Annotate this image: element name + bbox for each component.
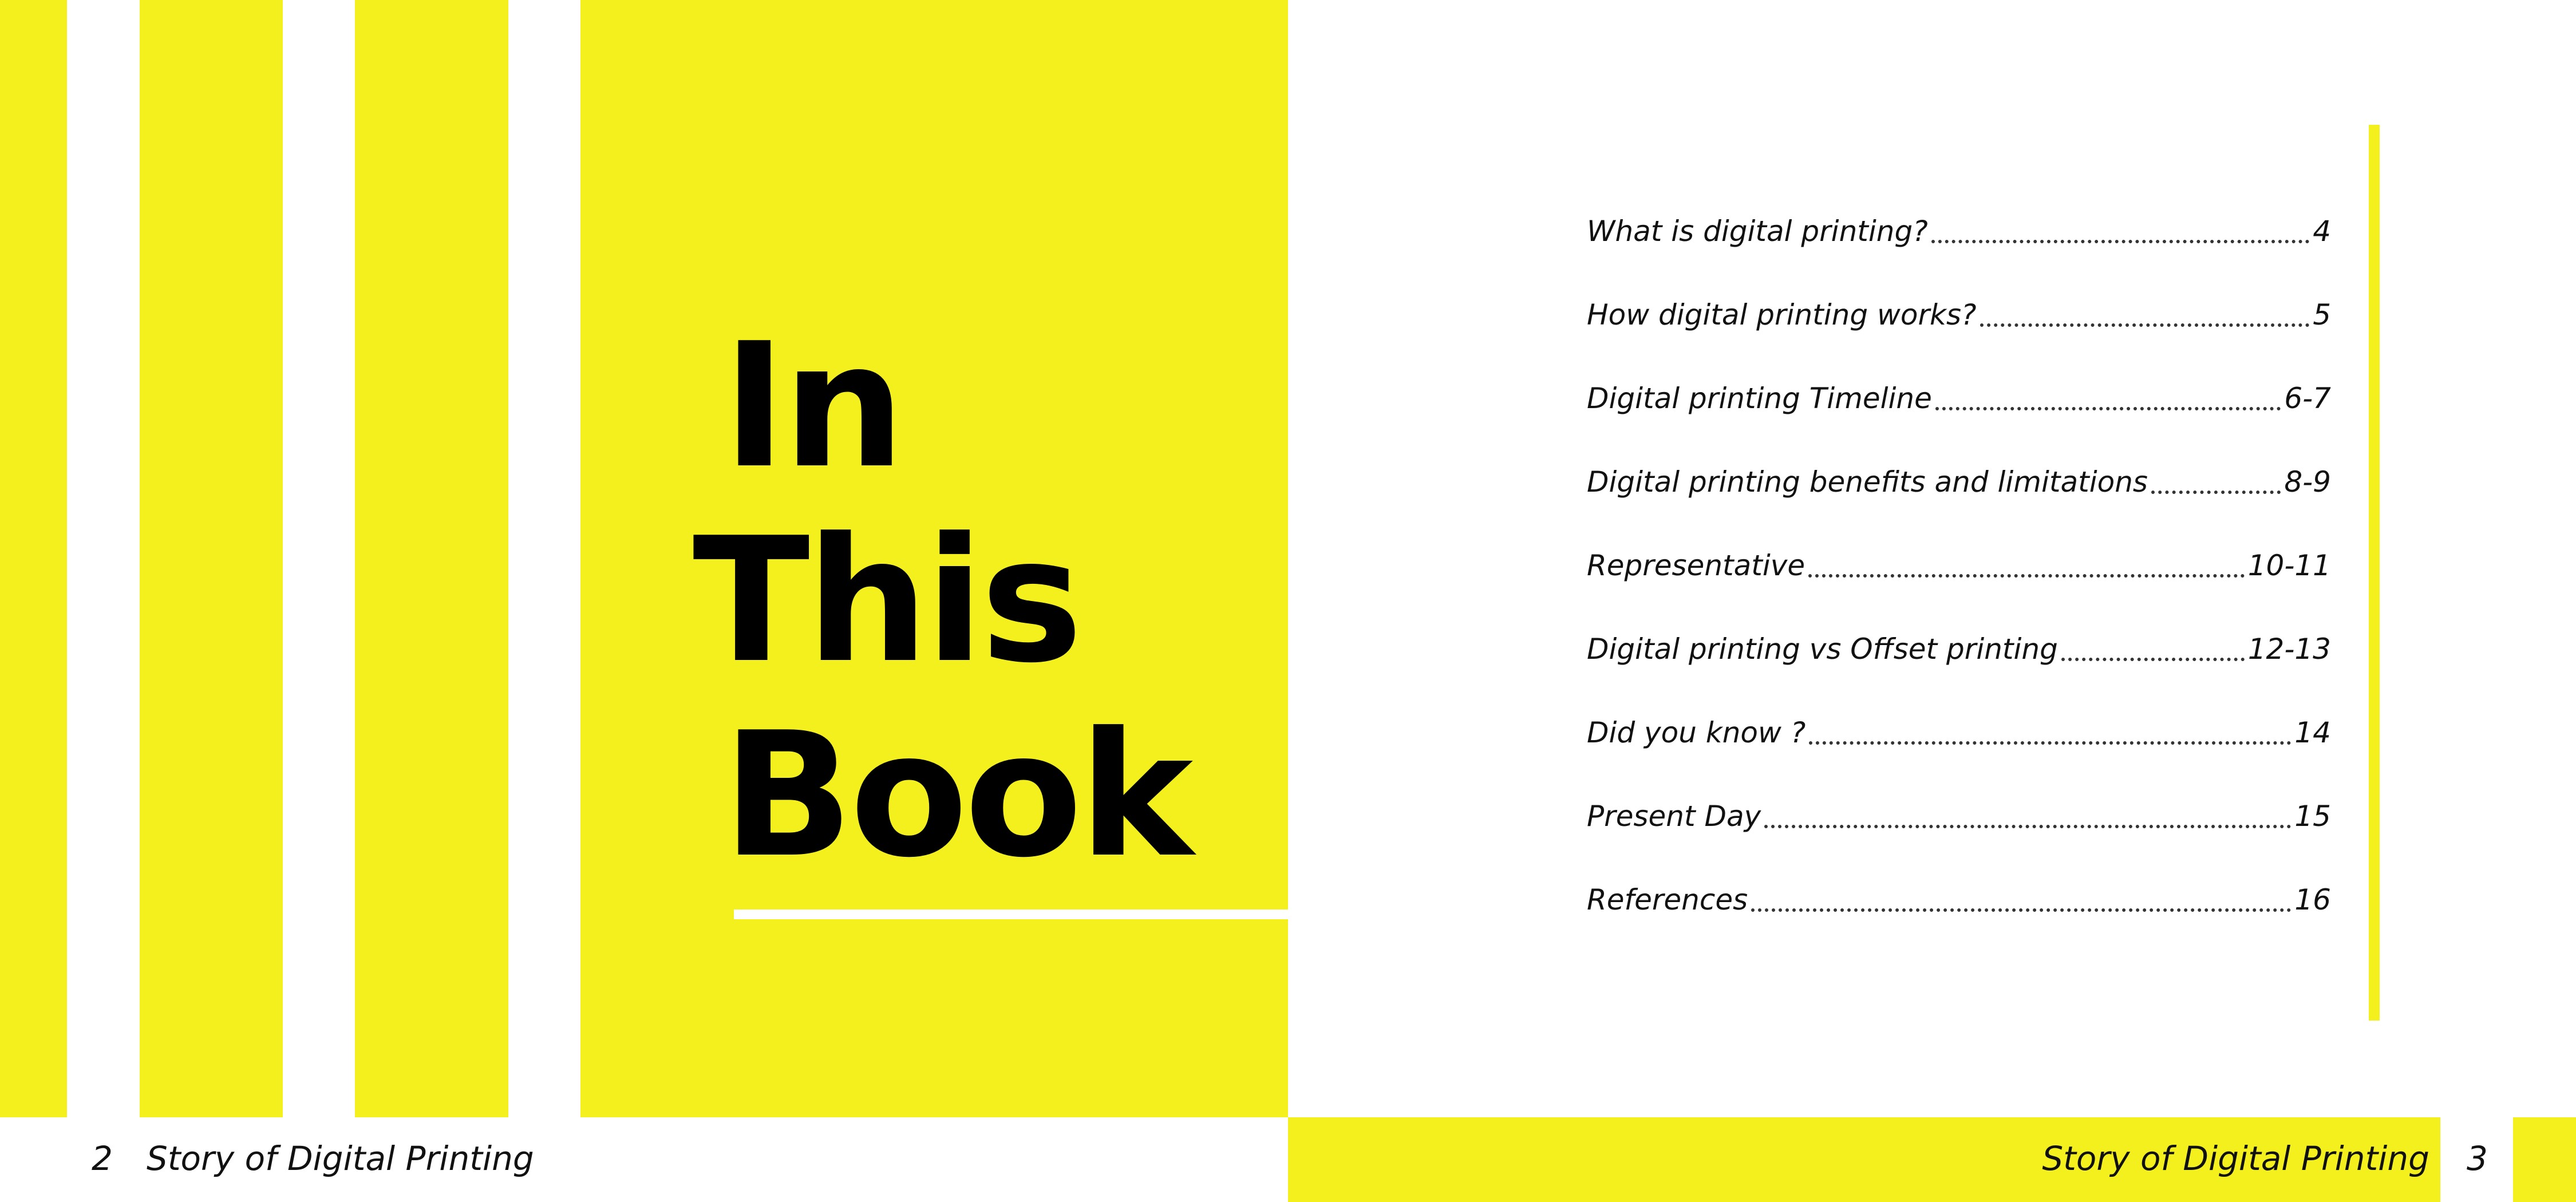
corner-block [2513, 1117, 2576, 1202]
page-title-line-3: Book [722, 695, 1193, 895]
toc-item[interactable]: Digital printing Timeline 6-7 [1587, 382, 2331, 422]
title-underline [734, 910, 1288, 919]
toc-item[interactable]: References 16 [1587, 883, 2331, 923]
toc-item-page: 4 [2313, 215, 2331, 248]
yellow-stripe-3 [355, 0, 508, 1117]
left-page-number: 2 [92, 1139, 113, 1178]
toc-item-page: 6-7 [2284, 382, 2331, 415]
toc-leader-dots [1751, 908, 2291, 912]
toc-item-title: Digital printing Timeline [1587, 382, 1932, 415]
right-footer-title: Story of Digital Printing [2042, 1139, 2429, 1178]
toc-item-title: Did you know ? [1587, 716, 1806, 749]
toc-item-page: 8-9 [2284, 465, 2331, 499]
toc-leader-dots [1935, 406, 2281, 410]
page-title-line-1: In [722, 306, 905, 506]
toc-item-title: Digital printing benefits and limitation… [1587, 465, 2148, 499]
toc-leader-dots [1809, 741, 2291, 745]
toc-item-title: Digital printing vs Offset printing [1587, 632, 2058, 666]
toc-item[interactable]: Representative 10-11 [1587, 549, 2331, 589]
toc-leader-dots [1980, 323, 2310, 327]
toc-item[interactable]: Digital printing benefits and limitation… [1587, 465, 2331, 505]
toc-item-page: 10-11 [2247, 549, 2331, 582]
toc-leader-dots [1931, 239, 2310, 243]
toc-item-page: 5 [2313, 298, 2331, 331]
toc-item-title: References [1587, 883, 1748, 916]
yellow-stripe-1 [0, 0, 67, 1117]
toc-item-title: Representative [1587, 549, 1805, 582]
left-footer-title: Story of Digital Printing [147, 1139, 534, 1178]
toc-item[interactable]: What is digital printing? 4 [1587, 215, 2331, 255]
page-title-line-2: This [693, 501, 1083, 701]
toc-item-page: 12-13 [2247, 632, 2331, 666]
toc-item[interactable]: Present Day 15 [1587, 800, 2331, 840]
toc-item-title: What is digital printing? [1587, 215, 1928, 248]
toc-item-title: Present Day [1587, 800, 1761, 833]
toc-item-page: 14 [2294, 716, 2331, 749]
toc-item[interactable]: Digital printing vs Offset printing 12-1… [1587, 632, 2331, 673]
toc-item-page: 16 [2294, 883, 2331, 916]
toc-accent-line [2369, 125, 2380, 1021]
toc-leader-dots [2061, 657, 2245, 661]
toc-item[interactable]: Did you know ? 14 [1587, 716, 2331, 756]
toc-leader-dots [2151, 490, 2281, 494]
toc-item[interactable]: How digital printing works? 5 [1587, 298, 2331, 338]
yellow-stripe-2 [140, 0, 283, 1117]
right-page-number: 3 [2467, 1139, 2488, 1178]
toc-leader-dots [1808, 574, 2245, 578]
toc-item-title: How digital printing works? [1587, 298, 1977, 331]
toc-item-page: 15 [2294, 800, 2331, 833]
toc-leader-dots [1764, 824, 2291, 828]
